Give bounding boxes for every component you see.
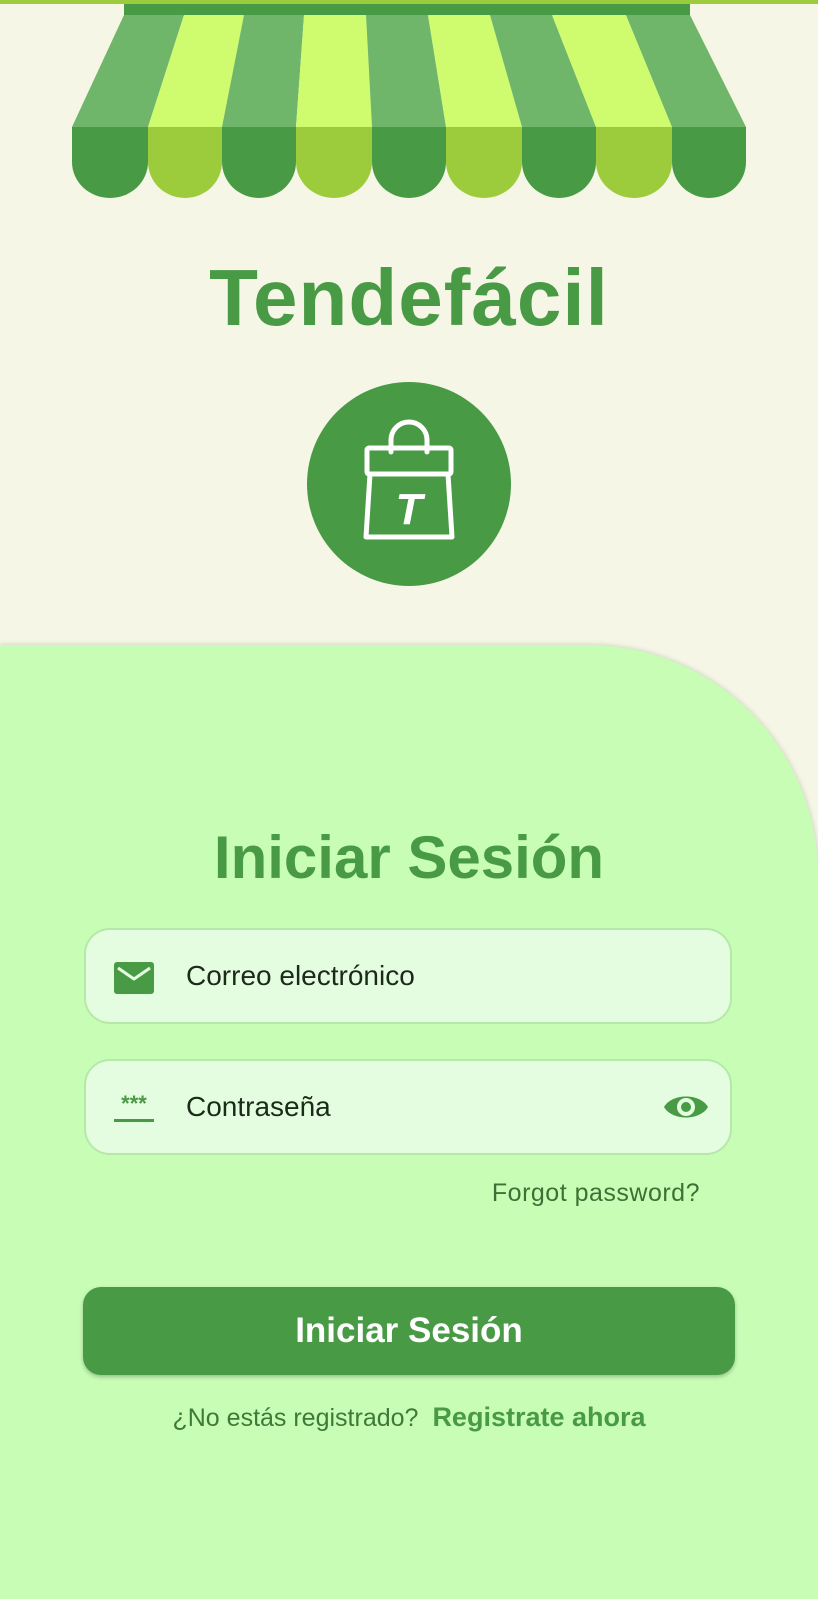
password-icon: *** bbox=[114, 1091, 154, 1122]
login-button[interactable]: Iniciar Sesión bbox=[83, 1287, 735, 1375]
app-title: Tendefácil bbox=[209, 253, 609, 342]
awning-illustration bbox=[72, 4, 746, 198]
mail-icon bbox=[114, 962, 154, 994]
logo-letter: T bbox=[396, 485, 426, 534]
register-question: ¿No estás registrado? bbox=[172, 1404, 419, 1432]
app-logo: T bbox=[307, 382, 511, 586]
shopping-bag-icon: T bbox=[363, 419, 455, 540]
login-title: Iniciar Sesión bbox=[213, 824, 605, 891]
eye-icon[interactable] bbox=[662, 1087, 710, 1127]
email-placeholder: Correo electrónico bbox=[186, 960, 415, 991]
password-placeholder: Contraseña bbox=[186, 1091, 331, 1122]
register-link[interactable]: Registrate ahora bbox=[432, 1402, 645, 1432]
password-field[interactable]: *** Contraseña bbox=[84, 1059, 732, 1155]
register-row: ¿No estás registrado? Registrate ahora bbox=[0, 1397, 818, 1438]
forgot-password-link[interactable]: Forgot password? bbox=[492, 1179, 700, 1208]
email-field[interactable]: Correo electrónico bbox=[84, 928, 732, 1024]
password-icon-text: *** bbox=[121, 1091, 147, 1116]
login-panel: Iniciar Sesión Correo electrónico *** Co… bbox=[0, 645, 818, 1599]
